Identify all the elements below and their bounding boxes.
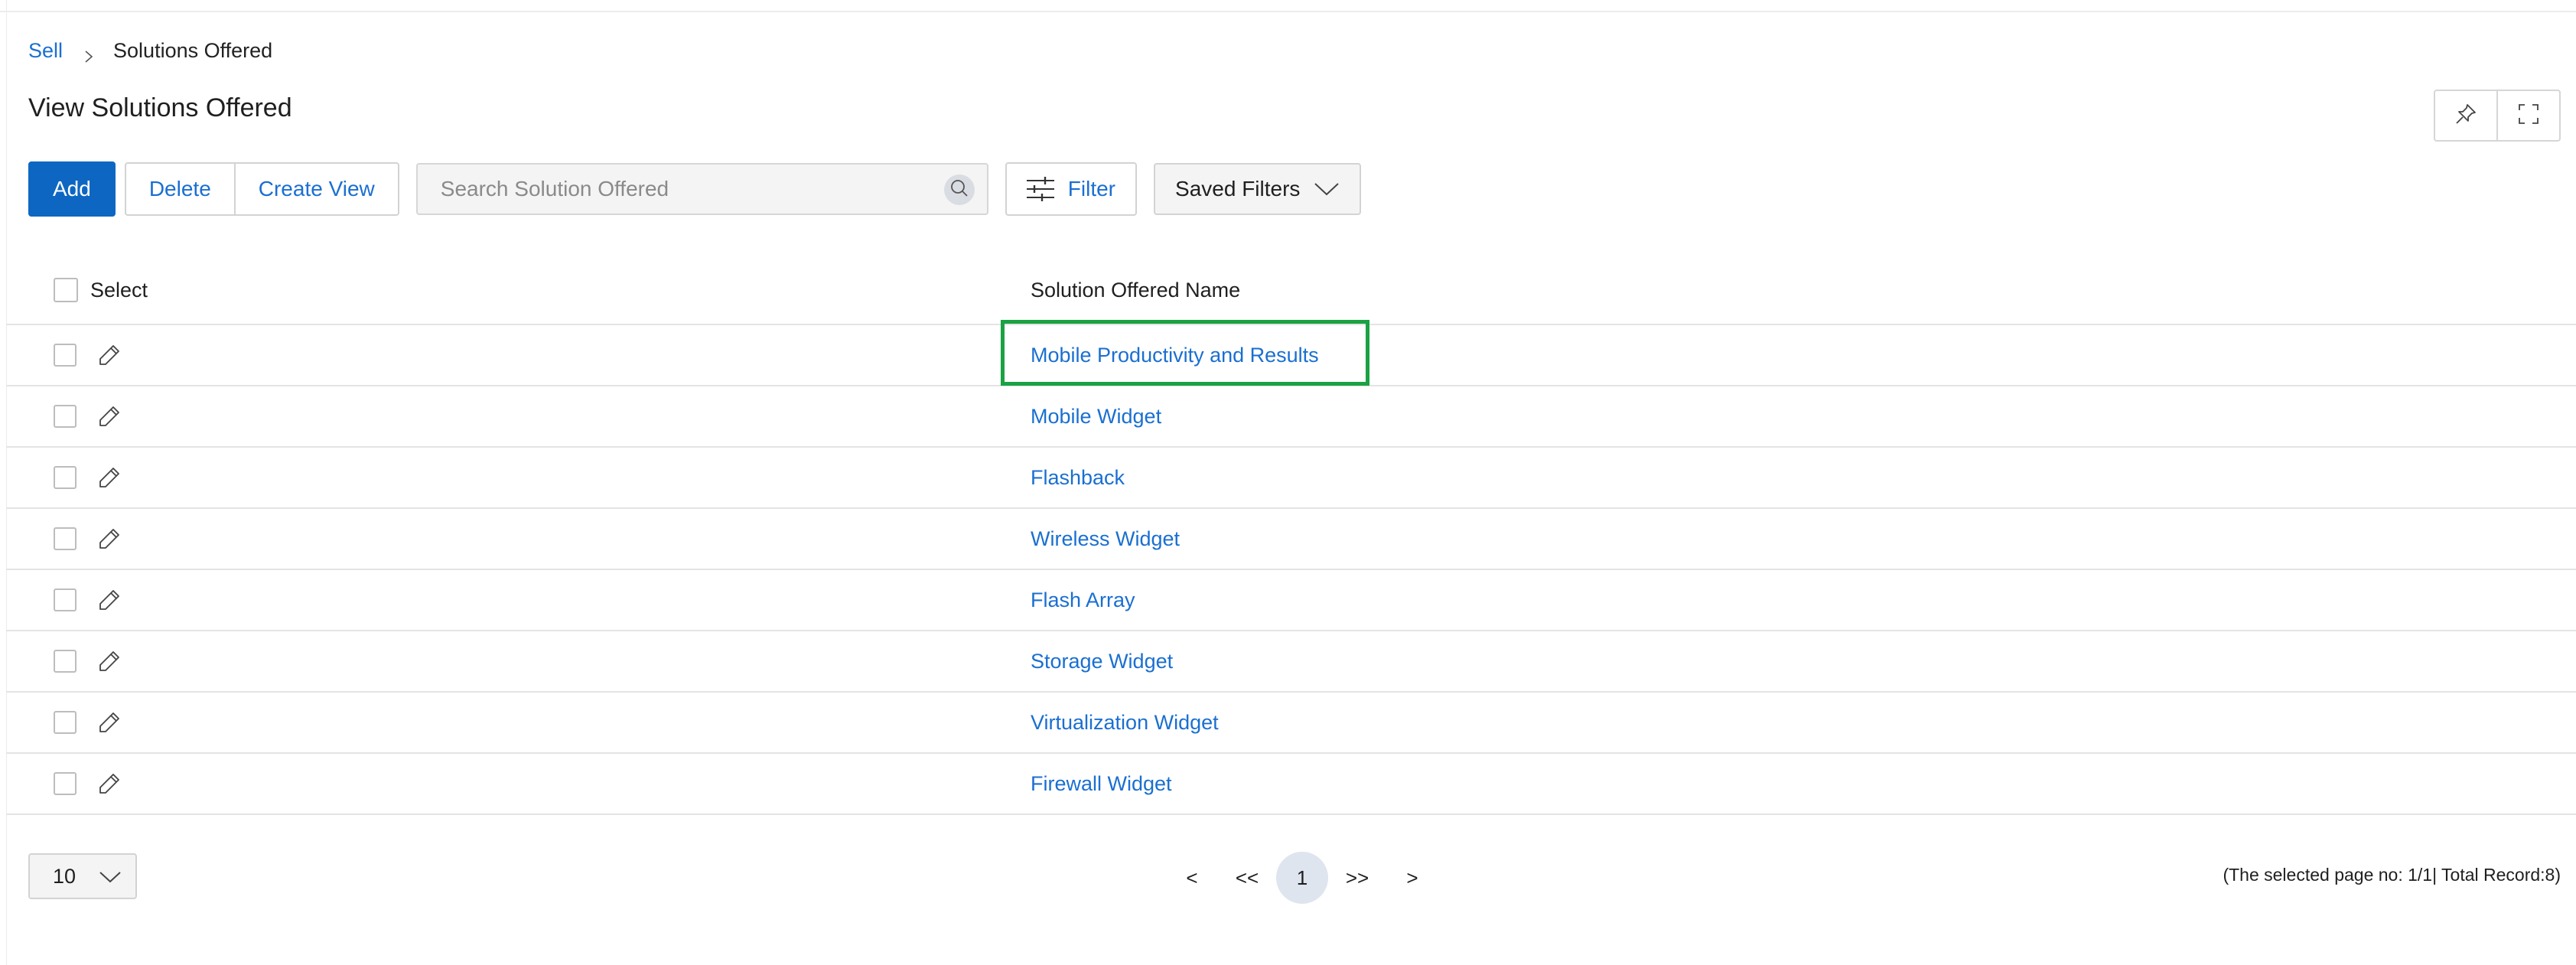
name-cell: Mobile Widget bbox=[1031, 405, 1161, 429]
row-select-cell bbox=[6, 342, 1031, 368]
search-input[interactable] bbox=[417, 176, 932, 202]
fullscreen-button[interactable] bbox=[2496, 91, 2559, 140]
table-footer: 10 < << 1 >> > (The selected page no: 1/… bbox=[28, 852, 2561, 904]
toolbar: Add Delete Create View Filter Saved Filt… bbox=[28, 161, 1362, 217]
edit-pencil-icon[interactable] bbox=[96, 709, 122, 735]
solution-name-link[interactable]: Flashback bbox=[1031, 466, 1125, 489]
table-row: Firewall Widget bbox=[6, 754, 2576, 815]
filter-button[interactable]: Filter bbox=[1005, 162, 1138, 216]
row-checkbox[interactable] bbox=[54, 344, 77, 367]
top-border bbox=[0, 0, 2576, 12]
select-column-header: Select bbox=[6, 278, 1031, 302]
pin-button[interactable] bbox=[2435, 91, 2496, 140]
breadcrumb-sell-link[interactable]: Sell bbox=[28, 39, 63, 63]
edit-pencil-icon[interactable] bbox=[96, 342, 122, 368]
pagination: < << 1 >> > bbox=[1164, 852, 1440, 904]
page-size-select[interactable]: 10 bbox=[28, 853, 137, 899]
solutions-table: Select Solution Offered Name Mobile Prod… bbox=[6, 256, 2576, 815]
first-page-button[interactable]: << bbox=[1220, 866, 1275, 890]
breadcrumb: Sell Solutions Offered bbox=[28, 35, 272, 66]
select-header-label: Select bbox=[90, 278, 148, 302]
row-select-cell bbox=[6, 587, 1031, 613]
row-select-cell bbox=[6, 648, 1031, 674]
edit-pencil-icon[interactable] bbox=[96, 771, 122, 797]
chevron-down-icon bbox=[99, 872, 121, 883]
name-cell: Firewall Widget bbox=[1031, 772, 1172, 796]
edit-pencil-icon[interactable] bbox=[96, 403, 122, 429]
edit-pencil-icon[interactable] bbox=[96, 526, 122, 552]
name-cell: Flashback bbox=[1031, 466, 1125, 490]
row-select-cell bbox=[6, 771, 1031, 797]
pin-icon bbox=[2454, 103, 2477, 129]
row-checkbox[interactable] bbox=[54, 588, 77, 611]
solution-name-link[interactable]: Flash Array bbox=[1031, 588, 1135, 611]
solution-name-link[interactable]: Mobile Widget bbox=[1031, 405, 1161, 428]
row-select-cell bbox=[6, 709, 1031, 735]
delete-button[interactable]: Delete bbox=[126, 164, 234, 214]
table-row: Virtualization Widget bbox=[6, 693, 2576, 754]
search-button[interactable] bbox=[943, 174, 975, 205]
table-body: Mobile Productivity and Results Mobile Wi… bbox=[6, 320, 2576, 815]
row-select-cell bbox=[6, 526, 1031, 552]
select-all-checkbox[interactable] bbox=[54, 278, 78, 302]
table-row: Flashback bbox=[6, 448, 2576, 509]
name-cell: Storage Widget bbox=[1031, 650, 1173, 673]
edit-pencil-icon[interactable] bbox=[96, 648, 122, 674]
filter-label: Filter bbox=[1067, 177, 1116, 200]
chevron-right-icon bbox=[83, 44, 95, 63]
search-icon bbox=[949, 178, 969, 202]
row-checkbox[interactable] bbox=[54, 711, 77, 734]
edit-pencil-icon[interactable] bbox=[96, 587, 122, 613]
name-cell: Wireless Widget bbox=[1031, 527, 1180, 551]
prev-page-button[interactable]: < bbox=[1164, 866, 1220, 890]
table-row: Mobile Widget bbox=[6, 386, 2576, 448]
create-view-button[interactable]: Create View bbox=[233, 164, 398, 214]
row-select-cell bbox=[6, 465, 1031, 491]
view-actions bbox=[2434, 90, 2561, 142]
row-select-cell bbox=[6, 403, 1031, 429]
saved-filters-dropdown[interactable]: Saved Filters bbox=[1154, 163, 1362, 215]
row-checkbox[interactable] bbox=[54, 405, 77, 428]
page-title: View Solutions Offered bbox=[28, 93, 292, 122]
table-header: Select Solution Offered Name bbox=[6, 256, 2576, 325]
row-checkbox[interactable] bbox=[54, 466, 77, 489]
breadcrumb-current: Solutions Offered bbox=[113, 38, 273, 62]
page-size-value: 10 bbox=[53, 864, 77, 888]
search-box bbox=[415, 163, 988, 215]
next-page-button[interactable]: > bbox=[1385, 866, 1440, 890]
solution-name-link[interactable]: Storage Widget bbox=[1031, 650, 1173, 673]
name-cell: Virtualization Widget bbox=[1031, 711, 1219, 735]
row-checkbox[interactable] bbox=[54, 650, 77, 673]
name-cell: Mobile Productivity and Results bbox=[1031, 344, 1319, 367]
name-column-header: Solution Offered Name bbox=[1031, 278, 1241, 302]
row-checkbox[interactable] bbox=[54, 772, 77, 795]
filter-sliders-icon bbox=[1026, 177, 1054, 201]
solution-name-link[interactable]: Wireless Widget bbox=[1031, 527, 1180, 550]
solution-name-link[interactable]: Mobile Productivity and Results bbox=[1031, 344, 1319, 367]
saved-filters-label: Saved Filters bbox=[1175, 177, 1301, 200]
solution-name-link[interactable]: Firewall Widget bbox=[1031, 772, 1172, 795]
table-row: Mobile Productivity and Results bbox=[6, 320, 2576, 386]
fullscreen-icon bbox=[2518, 103, 2539, 129]
last-page-button[interactable]: >> bbox=[1330, 866, 1385, 890]
current-page-button[interactable]: 1 bbox=[1276, 852, 1328, 904]
solution-name-link[interactable]: Virtualization Widget bbox=[1031, 711, 1219, 734]
action-button-group: Delete Create View bbox=[124, 162, 399, 216]
row-checkbox[interactable] bbox=[54, 527, 77, 550]
add-button[interactable]: Add bbox=[28, 161, 116, 217]
edit-pencil-icon[interactable] bbox=[96, 465, 122, 491]
table-row: Storage Widget bbox=[6, 631, 2576, 693]
table-row: Wireless Widget bbox=[6, 509, 2576, 570]
table-row: Flash Array bbox=[6, 570, 2576, 631]
name-cell: Flash Array bbox=[1031, 588, 1135, 612]
chevron-down-icon bbox=[1314, 183, 1340, 196]
page-info: (The selected page no: 1/1| Total Record… bbox=[2223, 865, 2561, 885]
